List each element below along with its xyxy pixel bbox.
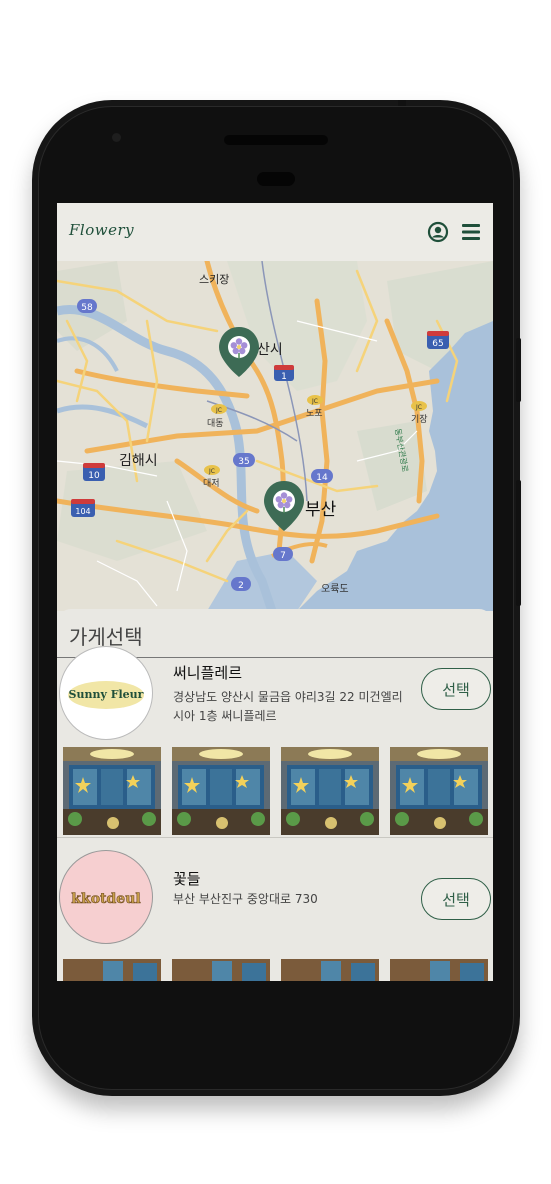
route-7-shield: 7 (273, 547, 293, 561)
svg-text:JC: JC (311, 398, 318, 405)
store-address: 부산 부산진구 중앙대로 730 (173, 892, 318, 906)
store-item[interactable]: Sunny Fleur 써니플레르 경상남도 양산시 물금읍 야리3길 22 미… (57, 646, 493, 748)
select-store-button[interactable]: 선택 (421, 878, 491, 920)
svg-text:14: 14 (316, 473, 328, 483)
phone-speaker-bottom (257, 172, 295, 186)
hamburger-menu-icon[interactable] (460, 221, 482, 243)
store-photo[interactable] (63, 747, 161, 835)
map-canvas[interactable]: 58 65 1 10 104 35 14 7 2 JC JC JC JC 스키장… (57, 261, 493, 611)
map-label-nopo: 노포 (306, 408, 323, 419)
svg-text:JC: JC (215, 407, 222, 414)
map-label-daedong: 대동 (207, 418, 224, 429)
map-label-yangsan: 산시 (257, 342, 283, 358)
route-1-shield: 1 (274, 365, 294, 382)
store-photo-strip (63, 959, 493, 981)
svg-text:1: 1 (281, 372, 287, 382)
route-65-shield: 65 (427, 331, 449, 349)
svg-text:58: 58 (81, 303, 93, 313)
svg-text:7: 7 (280, 551, 286, 561)
map-label-busan: 부산 (305, 500, 337, 520)
map-label-gimhae: 김해시 (119, 453, 158, 469)
account-circle-icon[interactable] (427, 221, 449, 243)
svg-text:kkotdeul: kkotdeul (71, 891, 140, 907)
route-14-shield: 14 (311, 469, 333, 483)
store-photo[interactable] (390, 959, 488, 981)
app-bar: Flowery (57, 203, 493, 261)
store-photo[interactable] (281, 959, 379, 981)
store-logo: Sunny Fleur (59, 646, 153, 740)
svg-text:JC: JC (415, 404, 422, 411)
app-screen: Flowery 58 65 1 10 104 35 14 7 2 JC JC J… (57, 203, 493, 981)
phone-top-notch (398, 100, 406, 106)
store-address: 경상남도 양산시 물금읍 야리3길 22 미건엘리시아 1층 써니플레르 (173, 690, 403, 723)
route-35-shield: 35 (233, 453, 255, 467)
store-select-sheet: 가게선택 Sunny Fleur 써니플레르 경상남도 양산시 물금읍 야리3길… (57, 609, 493, 981)
app-logo[interactable]: Flowery (69, 221, 134, 239)
front-camera (112, 133, 121, 142)
svg-text:Sunny Fleur: Sunny Fleur (69, 688, 144, 701)
svg-text:JC: JC (208, 468, 215, 475)
phone-volume-button (516, 338, 521, 402)
store-photo[interactable] (390, 747, 488, 835)
store-name: 꽃들 (173, 870, 201, 888)
select-store-button[interactable]: 선택 (421, 668, 491, 710)
phone-power-button (516, 480, 521, 606)
svg-text:104: 104 (75, 507, 90, 516)
store-photo[interactable] (63, 959, 161, 981)
store-map[interactable]: 58 65 1 10 104 35 14 7 2 JC JC JC JC 스키장… (57, 261, 493, 611)
svg-text:35: 35 (238, 457, 249, 467)
phone-speaker-top (224, 135, 328, 145)
store-logo: kkotdeul (59, 850, 153, 944)
jc-marker-4: JC (204, 465, 220, 475)
map-label-oryukdo: 오륙도 (321, 583, 349, 595)
map-label-daejeo: 대저 (203, 478, 220, 489)
svg-text:10: 10 (88, 471, 100, 481)
route-10-shield: 10 (83, 463, 105, 481)
jc-marker-3: JC (411, 401, 427, 411)
route-104-shield: 104 (71, 499, 95, 517)
svg-text:2: 2 (238, 581, 244, 591)
route-2-shield: 2 (231, 577, 251, 591)
store-photo[interactable] (172, 959, 270, 981)
store-photo-strip (63, 747, 493, 835)
map-label-gijang-town: 스키장 (199, 273, 229, 286)
store-photo[interactable] (172, 747, 270, 835)
jc-marker-2: JC (307, 395, 323, 405)
route-58-shield: 58 (77, 299, 97, 313)
store-item[interactable]: kkotdeul 꽃들 부산 부산진구 중앙대로 730 선택 (57, 838, 493, 948)
store-name: 써니플레르 (173, 664, 243, 682)
jc-marker-1: JC (211, 404, 227, 414)
store-photo[interactable] (281, 747, 379, 835)
svg-text:65: 65 (432, 339, 443, 349)
map-label-gijang: 기장 (411, 414, 428, 425)
